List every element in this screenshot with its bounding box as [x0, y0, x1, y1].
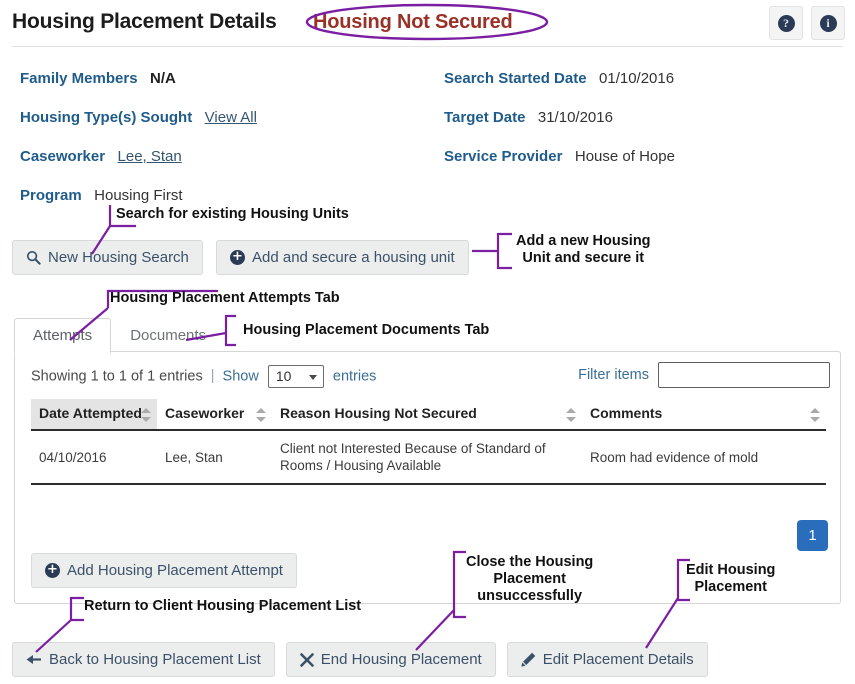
question-circle-icon: ?	[777, 14, 795, 32]
ann-documents-tab: Housing Placement Documents Tab	[243, 322, 490, 338]
field-label: Program	[20, 187, 82, 204]
status-badge: Housing Not Secured	[313, 11, 513, 33]
field-value: N/A	[150, 70, 176, 87]
field-label: Search Started Date	[444, 70, 587, 87]
add-housing-placement-attempt-button[interactable]: + Add Housing Placement Attempt	[31, 553, 297, 588]
field-value: 31/10/2016	[537, 109, 613, 126]
field-label: Caseworker	[20, 148, 106, 165]
column-header-reason[interactable]: Reason Housing Not Secured	[272, 399, 582, 431]
field-housing-types-sought: Housing Type(s) Sought View All	[20, 109, 257, 127]
plus-circle-icon: +	[230, 250, 245, 265]
search-icon	[26, 250, 41, 265]
help-button[interactable]: ?	[769, 6, 803, 40]
info-button[interactable]: i	[811, 6, 845, 40]
field-label: Housing Type(s) Sought	[20, 109, 193, 126]
header-action-buttons: ? i	[769, 6, 845, 40]
page-length-value: 10	[275, 368, 292, 384]
close-x-icon	[299, 652, 314, 667]
edit-placement-details-button[interactable]: Edit Placement Details	[506, 642, 708, 677]
sort-icon	[566, 408, 576, 422]
page-header: Housing Placement Details Housing Not Se…	[0, 0, 855, 47]
back-to-housing-placement-list-button[interactable]: Back to Housing Placement List	[12, 642, 275, 677]
field-family-members: Family Members N/A	[20, 70, 176, 88]
pencil-icon	[521, 652, 536, 667]
table-controls: Showing 1 to 1 of 1 entries | Show 10 en…	[15, 352, 842, 396]
ann-return-list: Return to Client Housing Placement List	[84, 598, 362, 614]
sort-icon	[141, 408, 151, 422]
button-label: Add and secure a housing unit	[252, 249, 455, 266]
showing-entries-text: Showing 1 to 1 of 1 entries	[31, 368, 203, 385]
field-label: Target Date	[444, 109, 526, 126]
page-root: Housing Placement Details Housing Not Se…	[0, 0, 855, 684]
footer-actions: Back to Housing Placement List End Housi…	[12, 642, 708, 677]
field-service-provider: Service Provider House of Hope	[444, 148, 675, 166]
field-program: Program Housing First	[20, 187, 183, 205]
field-label: Service Provider	[444, 148, 563, 165]
sort-icon	[810, 408, 820, 422]
new-housing-search-button[interactable]: New Housing Search	[12, 240, 203, 275]
end-housing-placement-button[interactable]: End Housing Placement	[285, 642, 496, 677]
annotation-bracket-documents	[224, 314, 236, 347]
controls-separator: |	[210, 368, 215, 385]
tab-label: Attempts	[33, 327, 93, 344]
add-and-secure-housing-unit-button[interactable]: + Add and secure a housing unit	[216, 240, 469, 275]
button-label: Add Housing Placement Attempt	[67, 562, 283, 579]
page-title: Housing Placement Details	[12, 10, 277, 33]
ann-add-unit: Add a new Housing Unit and secure it	[516, 233, 651, 266]
sort-icon	[256, 408, 266, 422]
view-all-link[interactable]: View All	[205, 109, 257, 126]
table-header-row: Date Attempted Caseworker Reason Housing…	[31, 399, 826, 431]
table-info: Showing 1 to 1 of 1 entries | Show 10 en…	[31, 365, 376, 388]
page-length-select[interactable]: 10	[267, 365, 324, 388]
annotation-bracket-add-unit	[496, 232, 512, 270]
field-value: Housing First	[94, 187, 183, 204]
column-header-caseworker[interactable]: Caseworker	[157, 399, 272, 431]
filter-group: Filter items	[578, 362, 830, 388]
column-label: Reason Housing Not Secured	[280, 405, 477, 421]
arrow-left-icon	[26, 653, 42, 666]
caseworker-link[interactable]: Lee, Stan	[118, 148, 182, 165]
field-value: 01/10/2016	[599, 70, 675, 87]
field-search-started-date: Search Started Date 01/10/2016	[444, 70, 674, 88]
column-header-date-attempted[interactable]: Date Attempted	[31, 399, 157, 431]
ann-edit-placement: Edit Housing Placement	[686, 562, 776, 595]
info-circle-icon: i	[819, 14, 837, 32]
ann-search-units: Search for existing Housing Units	[116, 206, 349, 222]
column-label: Caseworker	[165, 405, 245, 421]
field-caseworker: Caseworker Lee, Stan	[20, 148, 182, 166]
plus-circle-icon: +	[45, 563, 60, 578]
table-row[interactable]: 04/10/2016 Lee, Stan Client not Interest…	[31, 430, 826, 485]
attempts-table: Date Attempted Caseworker Reason Housing…	[31, 399, 826, 485]
button-label: Edit Placement Details	[542, 651, 694, 668]
button-label: Back to Housing Placement List	[49, 651, 261, 668]
header-divider	[12, 46, 843, 47]
tab-attempts[interactable]: Attempts	[14, 318, 112, 354]
field-label: Family Members	[20, 70, 138, 87]
annotation-leader-edit	[645, 597, 679, 649]
filter-input[interactable]	[658, 362, 830, 388]
show-label: Show	[222, 368, 259, 385]
entries-label: entries	[332, 368, 377, 385]
filter-label: Filter items	[578, 367, 649, 383]
pagination: 1	[797, 520, 828, 551]
column-label: Date Attempted	[39, 405, 142, 421]
field-value: House of Hope	[574, 148, 675, 165]
column-header-comments[interactable]: Comments	[582, 399, 826, 431]
tab-documents[interactable]: Documents	[111, 318, 226, 354]
cell-comments: Room had evidence of mold	[582, 430, 826, 485]
tab-bar: Attempts Documents	[14, 318, 226, 354]
page-button-1[interactable]: 1	[797, 520, 828, 551]
chevron-down-icon	[308, 375, 317, 380]
ann-attempts-tab: Housing Placement Attempts Tab	[110, 290, 340, 306]
tab-label: Documents	[130, 327, 207, 344]
field-target-date: Target Date 31/10/2016	[444, 109, 613, 127]
button-label: End Housing Placement	[320, 651, 482, 668]
cell-reason: Client not Interested Because of Standar…	[272, 430, 582, 485]
cell-date-attempted: 04/10/2016	[31, 430, 157, 485]
button-label: New Housing Search	[48, 249, 189, 266]
ann-close-unsucc: Close the Housing Placement unsuccessful…	[466, 554, 594, 604]
cell-caseworker: Lee, Stan	[157, 430, 272, 485]
column-label: Comments	[590, 405, 663, 421]
